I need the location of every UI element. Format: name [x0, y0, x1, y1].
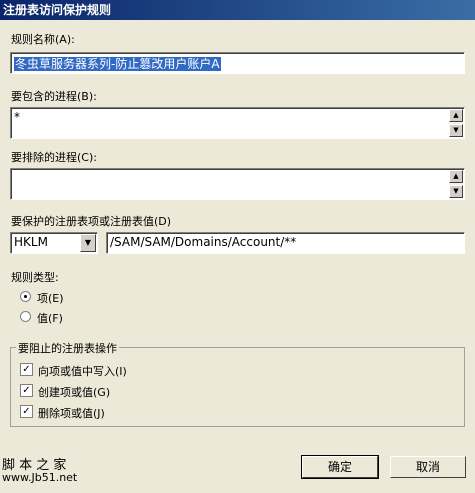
blocked-op-delete[interactable]: ✓ 删除项或值(J) [20, 405, 220, 420]
rule-type-option-value[interactable]: 值(F) [20, 310, 100, 325]
include-process-textarea[interactable]: * ▲ ▼ [10, 107, 465, 139]
key-path-value: /SAM/SAM/Domains/Account/** [110, 235, 297, 249]
rule-type-label: 规则类型: [11, 271, 59, 284]
include-process-label: 要包含的进程(B): [11, 90, 97, 103]
scroll-up-icon[interactable]: ▲ [449, 109, 463, 122]
watermark-logo: 脚 本 之 家 www.Jb51.net [2, 454, 77, 484]
rule-type-option-label: 值(F) [37, 312, 63, 325]
scroll-down-icon[interactable]: ▼ [449, 185, 463, 198]
blocked-op-write[interactable]: ✓ 向项或值中写入(I) [20, 363, 220, 378]
checkmark-icon[interactable]: ✓ [20, 363, 33, 376]
blocked-ops-legend: 要阻止的注册表操作 [16, 340, 119, 356]
blocked-op-label: 删除项或值(J) [38, 407, 105, 420]
ok-button[interactable]: 确定 [301, 455, 379, 479]
rule-name-value: 冬虫草服务器系列-防止篡改用户账户A [14, 57, 221, 71]
radio-selected-icon[interactable] [20, 291, 31, 302]
checkmark-icon[interactable]: ✓ [20, 405, 33, 418]
rule-name-label: 规则名称(A): [11, 33, 75, 46]
scroll-down-icon[interactable]: ▼ [449, 124, 463, 137]
rule-type-option-key[interactable]: 项(E) [20, 290, 100, 305]
key-path-input[interactable]: /SAM/SAM/Domains/Account/** [106, 232, 465, 254]
radio-unselected-icon[interactable] [20, 311, 31, 322]
title-bar: 注册表访问保护规则 [0, 0, 475, 20]
exclude-process-textarea[interactable]: ▲ ▼ [10, 168, 465, 200]
hive-value: HKLM [14, 235, 48, 249]
chevron-down-icon[interactable]: ▼ [80, 234, 96, 252]
blocked-op-label: 创建项或值(G) [38, 386, 111, 399]
blocked-op-create[interactable]: ✓ 创建项或值(G) [20, 384, 220, 399]
include-process-scrollbar[interactable]: ▲ ▼ [449, 109, 463, 137]
rule-name-input[interactable]: 冬虫草服务器系列-防止篡改用户账户A [10, 52, 465, 74]
window-title: 注册表访问保护规则 [3, 3, 112, 17]
dialog-window: 注册表访问保护规则 规则名称(A): 冬虫草服务器系列-防止篡改用户账户A 要包… [0, 0, 475, 493]
hive-combobox[interactable]: HKLM ▼ [10, 232, 98, 254]
checkmark-icon[interactable]: ✓ [20, 384, 33, 397]
include-process-value: * [14, 110, 20, 124]
exclude-process-scrollbar[interactable]: ▲ ▼ [449, 170, 463, 198]
exclude-process-label: 要排除的进程(C): [11, 151, 97, 164]
rule-type-option-label: 项(E) [37, 292, 64, 305]
cancel-button[interactable]: 取消 [390, 456, 466, 478]
scroll-up-icon[interactable]: ▲ [449, 170, 463, 183]
blocked-op-label: 向项或值中写入(I) [38, 365, 127, 378]
protect-key-label: 要保护的注册表项或注册表值(D) [11, 215, 172, 228]
watermark-line2: www.Jb51.net [2, 471, 78, 484]
